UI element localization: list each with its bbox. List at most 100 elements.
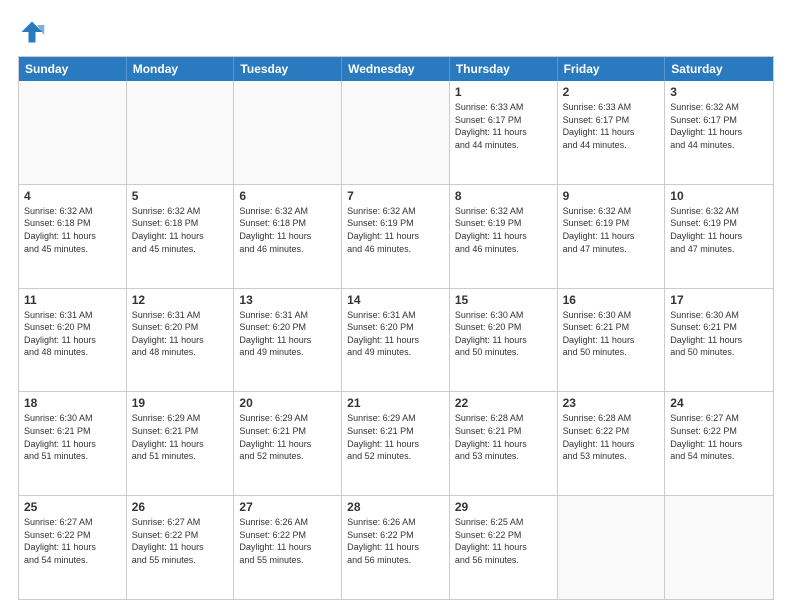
calendar: SundayMondayTuesdayWednesdayThursdayFrid… [18,56,774,600]
day-cell-24: 24 Sunrise: 6:27 AM Sunset: 6:22 PM Dayli… [665,392,773,495]
day-info: Sunrise: 6:32 AM Sunset: 6:19 PM Dayligh… [670,205,768,255]
calendar-body: 1 Sunrise: 6:33 AM Sunset: 6:17 PM Daylig… [19,81,773,599]
day-info: Sunrise: 6:32 AM Sunset: 6:18 PM Dayligh… [132,205,229,255]
day-info: Sunrise: 6:26 AM Sunset: 6:22 PM Dayligh… [347,516,444,566]
day-number: 26 [132,500,229,514]
day-number: 3 [670,85,768,99]
day-info: Sunrise: 6:30 AM Sunset: 6:21 PM Dayligh… [563,309,660,359]
header-day-thursday: Thursday [450,57,558,81]
page-header [18,18,774,46]
empty-cell [19,81,127,184]
day-number: 19 [132,396,229,410]
calendar-row-1: 1 Sunrise: 6:33 AM Sunset: 6:17 PM Daylig… [19,81,773,184]
day-number: 2 [563,85,660,99]
empty-cell [234,81,342,184]
day-cell-28: 28 Sunrise: 6:26 AM Sunset: 6:22 PM Dayli… [342,496,450,599]
day-cell-5: 5Sunrise: 6:32 AM Sunset: 6:18 PM Daylig… [127,185,235,288]
day-number: 6 [239,189,336,203]
day-number: 7 [347,189,444,203]
day-number: 11 [24,293,121,307]
day-cell-16: 16 Sunrise: 6:30 AM Sunset: 6:21 PM Dayli… [558,289,666,392]
day-info: Sunrise: 6:26 AM Sunset: 6:22 PM Dayligh… [239,516,336,566]
day-cell-25: 25 Sunrise: 6:27 AM Sunset: 6:22 PM Dayli… [19,496,127,599]
day-info: Sunrise: 6:32 AM Sunset: 6:18 PM Dayligh… [24,205,121,255]
day-info: Sunrise: 6:31 AM Sunset: 6:20 PM Dayligh… [24,309,121,359]
day-cell-27: 27 Sunrise: 6:26 AM Sunset: 6:22 PM Dayli… [234,496,342,599]
day-info: Sunrise: 6:25 AM Sunset: 6:22 PM Dayligh… [455,516,552,566]
logo-icon [18,18,46,46]
day-cell-23: 23Sunrise: 6:28 AM Sunset: 6:22 PM Dayli… [558,392,666,495]
header-day-tuesday: Tuesday [234,57,342,81]
day-info: Sunrise: 6:32 AM Sunset: 6:19 PM Dayligh… [455,205,552,255]
calendar-row-3: 11 Sunrise: 6:31 AM Sunset: 6:20 PM Dayli… [19,288,773,392]
day-cell-19: 19 Sunrise: 6:29 AM Sunset: 6:21 PM Dayli… [127,392,235,495]
day-number: 8 [455,189,552,203]
header-day-friday: Friday [558,57,666,81]
day-number: 17 [670,293,768,307]
day-info: Sunrise: 6:27 AM Sunset: 6:22 PM Dayligh… [670,412,768,462]
day-number: 12 [132,293,229,307]
calendar-row-4: 18 Sunrise: 6:30 AM Sunset: 6:21 PM Dayli… [19,391,773,495]
day-number: 18 [24,396,121,410]
logo [18,18,50,46]
day-cell-12: 12 Sunrise: 6:31 AM Sunset: 6:20 PM Dayli… [127,289,235,392]
day-number: 1 [455,85,552,99]
header-day-wednesday: Wednesday [342,57,450,81]
day-cell-7: 7 Sunrise: 6:32 AM Sunset: 6:19 PM Daylig… [342,185,450,288]
day-info: Sunrise: 6:27 AM Sunset: 6:22 PM Dayligh… [132,516,229,566]
day-cell-13: 13Sunrise: 6:31 AM Sunset: 6:20 PM Dayli… [234,289,342,392]
day-info: Sunrise: 6:29 AM Sunset: 6:21 PM Dayligh… [132,412,229,462]
day-number: 14 [347,293,444,307]
day-cell-26: 26 Sunrise: 6:27 AM Sunset: 6:22 PM Dayli… [127,496,235,599]
day-number: 16 [563,293,660,307]
day-info: Sunrise: 6:32 AM Sunset: 6:19 PM Dayligh… [347,205,444,255]
day-cell-22: 22 Sunrise: 6:28 AM Sunset: 6:21 PM Dayli… [450,392,558,495]
calendar-row-5: 25 Sunrise: 6:27 AM Sunset: 6:22 PM Dayli… [19,495,773,599]
day-cell-17: 17 Sunrise: 6:30 AM Sunset: 6:21 PM Dayli… [665,289,773,392]
empty-cell [558,496,666,599]
empty-cell [665,496,773,599]
day-number: 4 [24,189,121,203]
header-day-monday: Monday [127,57,235,81]
empty-cell [342,81,450,184]
day-number: 10 [670,189,768,203]
day-info: Sunrise: 6:33 AM Sunset: 6:17 PM Dayligh… [563,101,660,151]
day-info: Sunrise: 6:29 AM Sunset: 6:21 PM Dayligh… [347,412,444,462]
day-number: 9 [563,189,660,203]
day-number: 27 [239,500,336,514]
day-info: Sunrise: 6:31 AM Sunset: 6:20 PM Dayligh… [132,309,229,359]
day-cell-4: 4 Sunrise: 6:32 AM Sunset: 6:18 PM Daylig… [19,185,127,288]
day-cell-20: 20 Sunrise: 6:29 AM Sunset: 6:21 PM Dayli… [234,392,342,495]
day-number: 21 [347,396,444,410]
day-number: 29 [455,500,552,514]
day-cell-2: 2 Sunrise: 6:33 AM Sunset: 6:17 PM Daylig… [558,81,666,184]
header-day-saturday: Saturday [665,57,773,81]
day-number: 24 [670,396,768,410]
day-number: 28 [347,500,444,514]
day-info: Sunrise: 6:28 AM Sunset: 6:21 PM Dayligh… [455,412,552,462]
day-info: Sunrise: 6:30 AM Sunset: 6:21 PM Dayligh… [670,309,768,359]
day-info: Sunrise: 6:32 AM Sunset: 6:18 PM Dayligh… [239,205,336,255]
empty-cell [127,81,235,184]
day-info: Sunrise: 6:30 AM Sunset: 6:21 PM Dayligh… [24,412,121,462]
day-number: 23 [563,396,660,410]
day-cell-21: 21 Sunrise: 6:29 AM Sunset: 6:21 PM Dayli… [342,392,450,495]
day-info: Sunrise: 6:30 AM Sunset: 6:20 PM Dayligh… [455,309,552,359]
day-number: 25 [24,500,121,514]
day-info: Sunrise: 6:33 AM Sunset: 6:17 PM Dayligh… [455,101,552,151]
calendar-row-2: 4 Sunrise: 6:32 AM Sunset: 6:18 PM Daylig… [19,184,773,288]
day-number: 22 [455,396,552,410]
day-number: 20 [239,396,336,410]
day-info: Sunrise: 6:27 AM Sunset: 6:22 PM Dayligh… [24,516,121,566]
day-cell-1: 1 Sunrise: 6:33 AM Sunset: 6:17 PM Daylig… [450,81,558,184]
day-cell-15: 15Sunrise: 6:30 AM Sunset: 6:20 PM Dayli… [450,289,558,392]
day-info: Sunrise: 6:29 AM Sunset: 6:21 PM Dayligh… [239,412,336,462]
calendar-header: SundayMondayTuesdayWednesdayThursdayFrid… [19,57,773,81]
header-day-sunday: Sunday [19,57,127,81]
day-cell-29: 29 Sunrise: 6:25 AM Sunset: 6:22 PM Dayli… [450,496,558,599]
day-cell-6: 6 Sunrise: 6:32 AM Sunset: 6:18 PM Daylig… [234,185,342,288]
day-cell-10: 10 Sunrise: 6:32 AM Sunset: 6:19 PM Dayli… [665,185,773,288]
day-info: Sunrise: 6:31 AM Sunset: 6:20 PM Dayligh… [347,309,444,359]
day-info: Sunrise: 6:31 AM Sunset: 6:20 PM Dayligh… [239,309,336,359]
day-info: Sunrise: 6:32 AM Sunset: 6:17 PM Dayligh… [670,101,768,151]
